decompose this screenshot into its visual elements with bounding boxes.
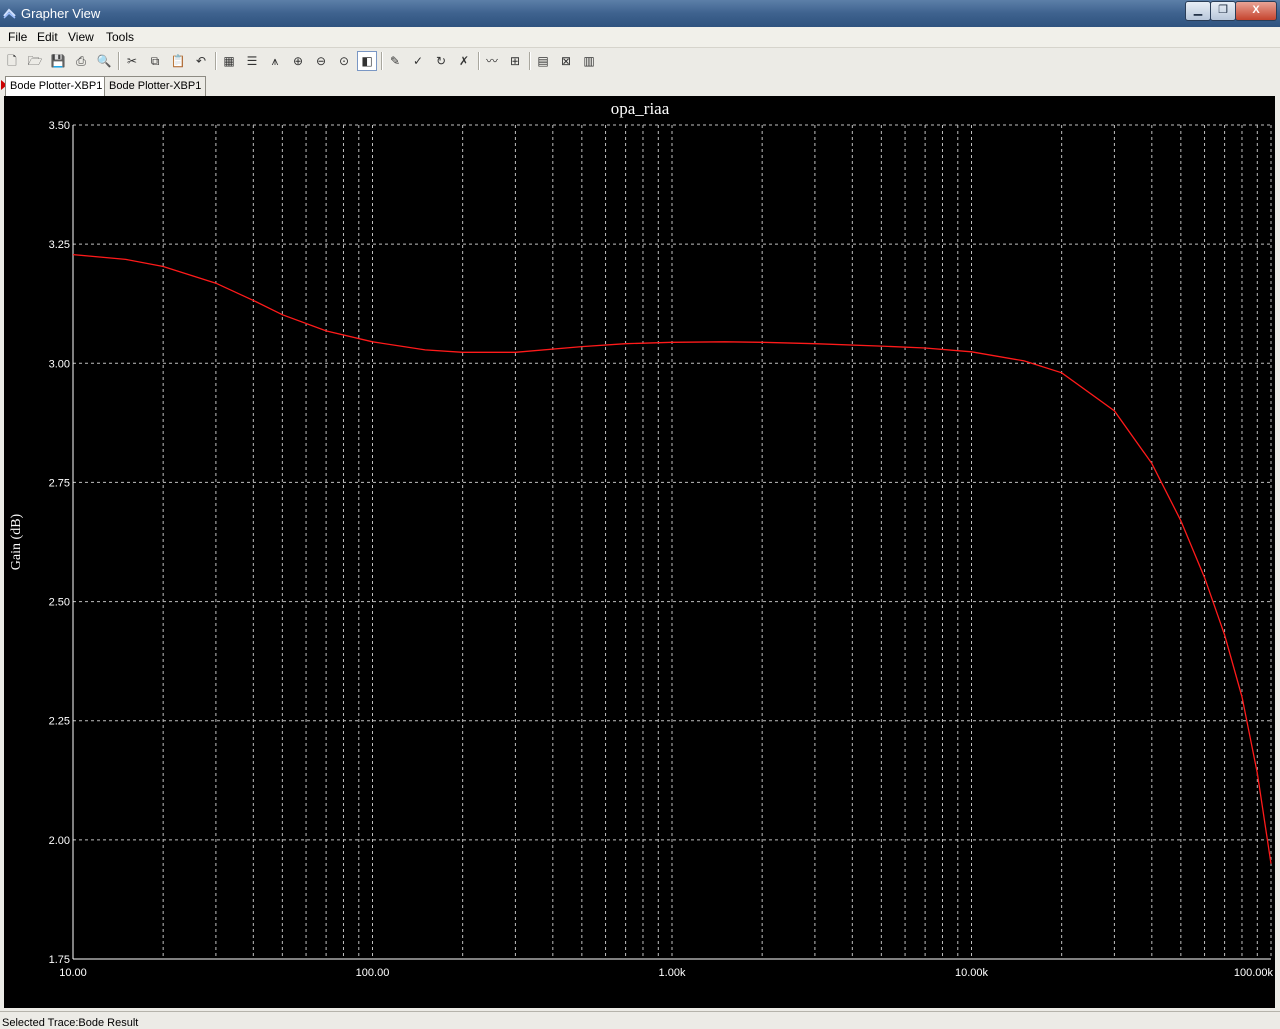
toolbar-separator — [529, 52, 531, 70]
y-tick-label: 2.25 — [49, 716, 70, 728]
minimize-button[interactable]: ▁ — [1185, 1, 1211, 21]
reflect-icon[interactable]: ↻ — [431, 51, 451, 71]
plot-area[interactable]: 3.50 3.25 3.00 2.75 2.50 2.25 2.00 1.75 10.00 100… — [4, 96, 1275, 1008]
toolbar-separator — [215, 52, 217, 70]
tab-strip: Bode Plotter-XBP1 Bode Plotter-XBP1 — [0, 74, 1280, 97]
overlay-traces-icon[interactable]: ⊞ — [505, 51, 525, 71]
zoom-in-icon[interactable]: ⊕ — [288, 51, 308, 71]
tab-bode-plotter-xbp1-active[interactable]: Bode Plotter-XBP1 — [5, 76, 108, 97]
status-bar: Selected Trace:Bode Result — [0, 1011, 1280, 1029]
menu-edit[interactable]: Edit — [37, 30, 58, 44]
toggle-cursors-icon[interactable]: ⩚ — [265, 51, 285, 71]
save-icon[interactable]: 💾 — [48, 51, 68, 71]
y-tick-label: 3.50 — [49, 120, 70, 132]
print-icon[interactable]: ⎙ — [71, 51, 91, 71]
pick-icon[interactable]: ✗ — [454, 51, 474, 71]
y-axis-label: Gain (dB) — [9, 513, 24, 570]
export-lvm-icon[interactable]: ▥ — [579, 51, 599, 71]
zoom-out-icon[interactable]: ⊖ — [311, 51, 331, 71]
bode-chart[interactable]: 3.50 3.25 3.00 2.75 2.50 2.25 2.00 1.7510.00 100… — [4, 96, 1275, 1008]
window-title: Grapher View — [21, 6, 101, 21]
y-tick-label: 1.75 — [49, 954, 70, 966]
undo-icon[interactable]: ↶ — [191, 51, 211, 71]
tab-bode-plotter-xbp1[interactable]: Bode Plotter-XBP1 — [104, 76, 207, 96]
toolbar-separator — [381, 52, 383, 70]
y-tick-label: 3.00 — [49, 358, 70, 370]
copy-icon[interactable]: ⧉ — [145, 51, 165, 71]
properties-icon[interactable]: ✎ — [385, 51, 405, 71]
toggle-legend-icon[interactable]: ☰ — [242, 51, 262, 71]
open-icon[interactable]: 🗁 — [25, 51, 45, 71]
y-tick-label: 2.75 — [49, 477, 70, 489]
reverse-colors-icon[interactable]: ◧ — [357, 51, 377, 71]
x-tick-label: 10.00 — [59, 967, 87, 979]
x-tick-label: 10.00k — [955, 967, 989, 979]
paste-icon[interactable]: 📋 — [168, 51, 188, 71]
status-text: Selected Trace:Bode Result — [2, 1017, 139, 1029]
cut-icon[interactable]: ✂ — [122, 51, 142, 71]
trace-icon[interactable]: ✓ — [408, 51, 428, 71]
add-trace-icon[interactable]: 〰 — [482, 51, 502, 71]
toolbar: 🗋 🗁 💾 ⎙ 🔍 ✂ ⧉ 📋 ↶ ▦ ☰ ⩚ ⊕ ⊖ ⊙ ◧ ✎ ✓ ↻ ✗ 〰 ⊞ ▤ ⊠ ▥ — [0, 48, 1280, 75]
export-mathcad-icon[interactable]: ⊠ — [556, 51, 576, 71]
print-preview-icon[interactable]: 🔍 — [94, 51, 114, 71]
toolbar-separator — [118, 52, 120, 70]
chart-title: opa_riaa — [611, 99, 670, 118]
toggle-grid-icon[interactable]: ▦ — [219, 51, 239, 71]
app-icon — [3, 8, 16, 19]
export-excel-icon[interactable]: ▤ — [533, 51, 553, 71]
zoom-full-icon[interactable]: ⊙ — [334, 51, 354, 71]
y-tick-label: 2.50 — [49, 597, 70, 609]
maximize-button[interactable]: ❐ — [1210, 1, 1236, 21]
y-tick-label: 2.00 — [49, 835, 70, 847]
x-tick-label: 1.00k — [659, 967, 686, 979]
x-tick-label: 100.00k — [1234, 967, 1274, 979]
new-icon[interactable]: 🗋 — [2, 51, 22, 71]
menu-tools[interactable]: Tools — [106, 30, 134, 44]
x-tick-label: 100.00 — [356, 967, 390, 979]
close-button[interactable]: X — [1235, 1, 1277, 21]
menu-bar: File Edit View Tools — [0, 27, 1280, 48]
menu-file[interactable]: File — [8, 30, 27, 44]
menu-view[interactable]: View — [68, 30, 94, 44]
title-bar: Grapher View ▁ ❐ X — [0, 0, 1280, 27]
y-tick-label: 3.25 — [49, 239, 70, 251]
toolbar-separator — [478, 52, 480, 70]
